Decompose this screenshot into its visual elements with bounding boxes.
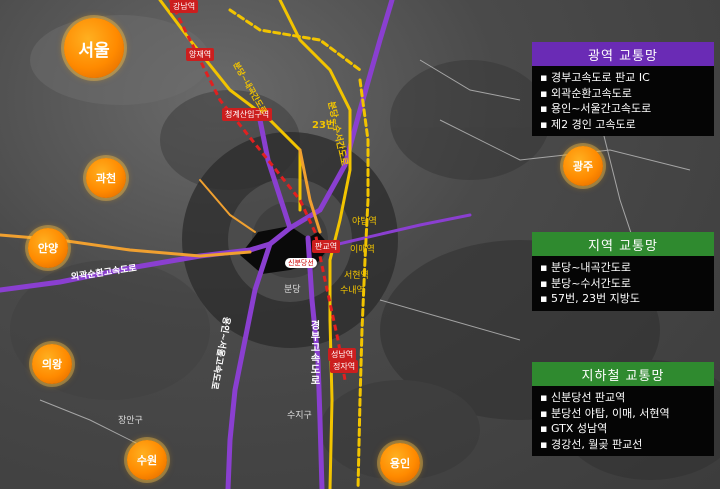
panel-subway-item: ▪ 경강선, 월곶 판교선 [540,437,643,451]
panel-regional-item: ▪ 분당~수서간도로 [540,276,632,290]
city-yongin: 용인 [380,443,420,483]
panel-subway-body: ▪ 신분당선 판교역 ▪ 분당선 야탑, 이매, 서현역 ▪ GTX 성남역 ▪… [532,386,714,456]
label-imae: 이매역 [350,245,375,255]
city-seoul: 서울 [64,18,124,78]
city-anyang: 안양 [28,228,68,268]
panel-subway-item: ▪ 분당선 야탑, 이매, 서현역 [540,406,670,420]
city-gwacheon: 과천 [86,158,126,198]
city-gwangju: 광주 [563,146,603,186]
label-suji: 수지구 [287,411,312,421]
panel-wide-title: 광역 교통망 [532,42,714,66]
panel-wide-body: ▪ 경부고속도로 판교 IC ▪ 외곽순환고속도로 ▪ 용인~서울간고속도로 ▪… [532,66,714,136]
label-sinbundang: 신분당선 [285,258,317,268]
station-jeongja: 정자역 [330,360,359,373]
panel-wide-item: ▪ 외곽순환고속도로 [540,86,632,100]
label-bundang: 분당 [284,285,301,295]
panel-wide: 광역 교통망 ▪ 경부고속도로 판교 IC ▪ 외곽순환고속도로 ▪ 용인~서울… [532,42,714,136]
label-seohyeon: 서현역 [344,271,369,281]
panel-wide-item: ▪ 경부고속도로 판교 IC [540,71,650,84]
panel-wide-item: ▪ 제2 경인 고속도로 [540,117,636,131]
panel-regional-body: ▪ 분당~내곡간도로 ▪ 분당~수서간도로 ▪ 57번, 23번 지방도 [532,256,714,311]
panel-subway: 지하철 교통망 ▪ 신분당선 판교역 ▪ 분당선 야탑, 이매, 서현역 ▪ G… [532,362,714,456]
station-yangjae: 양재역 [186,48,215,61]
city-uiwang: 의왕 [32,344,72,384]
road-tag-gyeongbu: 경부고속도로 [308,320,319,386]
panel-subway-item: ▪ 신분당선 판교역 [540,391,626,404]
label-sunae: 수내역 [340,286,365,296]
panel-regional-item: ▪ 분당~내곡간도로 [540,261,632,274]
panel-subway-title: 지하철 교통망 [532,362,714,386]
map-canvas: 서울 과천 안양 의왕 수원 광주 용인 강남역 양재역 청계산입구역 판교역 … [0,0,720,489]
station-gangnam: 강남역 [170,0,199,13]
panel-regional-title: 지역 교통망 [532,232,714,256]
station-pangyo: 판교역 [312,240,341,253]
panel-wide-item: ▪ 용인~서울간고속도로 [540,102,652,115]
panel-subway-item: ▪ GTX 성남역 [540,422,608,435]
label-jangan: 장안구 [118,416,143,426]
city-suwon: 수원 [127,440,167,480]
label-yatap: 야탑역 [352,217,377,227]
panel-regional: 지역 교통망 ▪ 분당~내곡간도로 ▪ 분당~수서간도로 ▪ 57번, 23번 … [532,232,714,311]
panel-regional-item: ▪ 57번, 23번 지방도 [540,292,641,305]
